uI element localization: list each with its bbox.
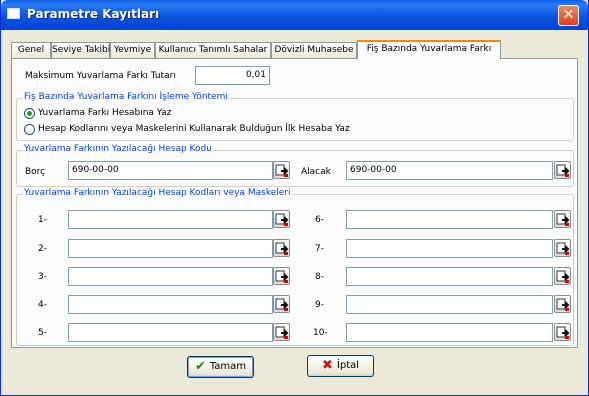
radio-rounding-account[interactable] — [24, 108, 35, 119]
account-group: Yuvarlama Farkının Yazılacağı Hesap Kodu… — [16, 144, 574, 187]
mask-label-8: 8- — [315, 272, 324, 282]
cross-icon: ✖ — [321, 358, 333, 373]
mask-label-9: 9- — [315, 300, 324, 310]
mask-lookup-button-8[interactable] — [554, 267, 571, 285]
mask-label-4: 4- — [38, 300, 47, 310]
alacak-lookup-button[interactable] — [554, 161, 571, 179]
mask-label-6: 6- — [315, 215, 324, 225]
mask-input-2[interactable] — [68, 239, 273, 258]
tab-yevmiye[interactable]: Yevmiye — [110, 42, 155, 58]
tab-dovizli-muhasebe[interactable]: Dövizli Muhasebe — [271, 42, 357, 58]
mask-input-1[interactable] — [68, 210, 273, 229]
alacak-label: Alacak — [301, 167, 331, 177]
cancel-button[interactable]: ✖ İptal — [307, 355, 374, 377]
method-group-title: Fiş Bazında Yuvarlama Farkını İşleme Yön… — [23, 92, 229, 102]
radio-rounding-account-label[interactable]: Yuvarlama Farkı Hesabına Yaz — [38, 108, 171, 118]
masks-group-title: Yuvarlama Farkının Yazılacağı Hesap Kodl… — [23, 188, 292, 198]
mask-input-6[interactable] — [346, 210, 553, 229]
mask-lookup-button-7[interactable] — [554, 239, 571, 257]
alacak-input[interactable]: 690-00-00 — [346, 161, 553, 180]
mask-input-9[interactable] — [346, 295, 553, 314]
mask-label-1: 1- — [38, 215, 47, 225]
lookup-icon — [556, 270, 570, 283]
title-bar[interactable]: Parametre Kayıtları ✕ — [1, 0, 588, 30]
mask-lookup-button-1[interactable] — [273, 210, 290, 228]
radio-first-matching-account[interactable] — [24, 124, 35, 135]
lookup-icon — [556, 298, 570, 311]
borc-input[interactable]: 690-00-00 — [68, 161, 273, 180]
max-diff-input[interactable]: 0,01 — [195, 66, 270, 85]
mask-lookup-button-5[interactable] — [273, 323, 290, 341]
mask-label-10: 10- — [313, 328, 328, 338]
lookup-icon — [556, 213, 570, 226]
account-group-title: Yuvarlama Farkının Yazılacağı Hesap Kodu — [23, 144, 213, 154]
mask-input-10[interactable] — [346, 323, 553, 342]
lookup-icon — [275, 164, 289, 177]
ok-button-label: Tamam — [209, 361, 247, 372]
tab-kullanici-tanimli-sahalar[interactable]: Kullanıcı Tanımlı Sahalar — [155, 42, 271, 58]
ok-button[interactable]: ✔ Tamam — [187, 356, 254, 378]
window-title: Parametre Kayıtları — [27, 7, 160, 21]
mask-lookup-button-10[interactable] — [554, 323, 571, 341]
tab-panel: Maksimum Yuvarlama Farkı Tutarı 0,01 Fiş… — [11, 58, 578, 348]
method-group: Fiş Bazında Yuvarlama Farkını İşleme Yön… — [16, 92, 574, 141]
lookup-icon — [275, 213, 289, 226]
lookup-icon — [556, 242, 570, 255]
window-icon — [7, 8, 20, 19]
max-diff-label: Maksimum Yuvarlama Farkı Tutarı — [25, 71, 176, 81]
mask-label-2: 2- — [38, 244, 47, 254]
mask-label-7: 7- — [315, 244, 324, 254]
masks-group: Yuvarlama Farkının Yazılacağı Hesap Kodl… — [16, 188, 574, 346]
mask-lookup-button-2[interactable] — [273, 239, 290, 257]
lookup-icon — [556, 326, 570, 339]
mask-input-7[interactable] — [346, 239, 553, 258]
mask-lookup-button-9[interactable] — [554, 295, 571, 313]
mask-input-5[interactable] — [68, 323, 273, 342]
borc-lookup-button[interactable] — [273, 161, 290, 179]
check-icon: ✔ — [194, 359, 206, 374]
mask-label-5: 5- — [38, 328, 47, 338]
mask-input-8[interactable] — [346, 267, 553, 286]
mask-input-3[interactable] — [68, 267, 273, 286]
mask-lookup-button-6[interactable] — [554, 210, 571, 228]
lookup-icon — [275, 242, 289, 255]
lookup-icon — [275, 326, 289, 339]
mask-lookup-button-3[interactable] — [273, 267, 290, 285]
mask-label-3: 3- — [38, 272, 47, 282]
tab-seviye-takibi[interactable]: Seviye Takibi — [51, 42, 110, 58]
lookup-icon — [275, 298, 289, 311]
tab-fis-bazinda-yuvarlama-farki[interactable]: Fiş Bazında Yuvarlama Farkı — [357, 40, 501, 59]
close-button[interactable]: ✕ — [558, 5, 579, 26]
borc-label: Borç — [25, 167, 46, 177]
lookup-icon — [275, 270, 289, 283]
mask-lookup-button-4[interactable] — [273, 295, 290, 313]
parameter-dialog: Parametre Kayıtları ✕ Genel Seviye Takib… — [0, 0, 589, 396]
radio-first-matching-account-label[interactable]: Hesap Kodlarını veya Maskelerini Kullana… — [38, 124, 350, 134]
mask-input-4[interactable] — [68, 295, 273, 314]
tab-genel[interactable]: Genel — [11, 42, 51, 58]
cancel-button-label: İptal — [336, 360, 360, 371]
lookup-icon — [556, 164, 570, 177]
